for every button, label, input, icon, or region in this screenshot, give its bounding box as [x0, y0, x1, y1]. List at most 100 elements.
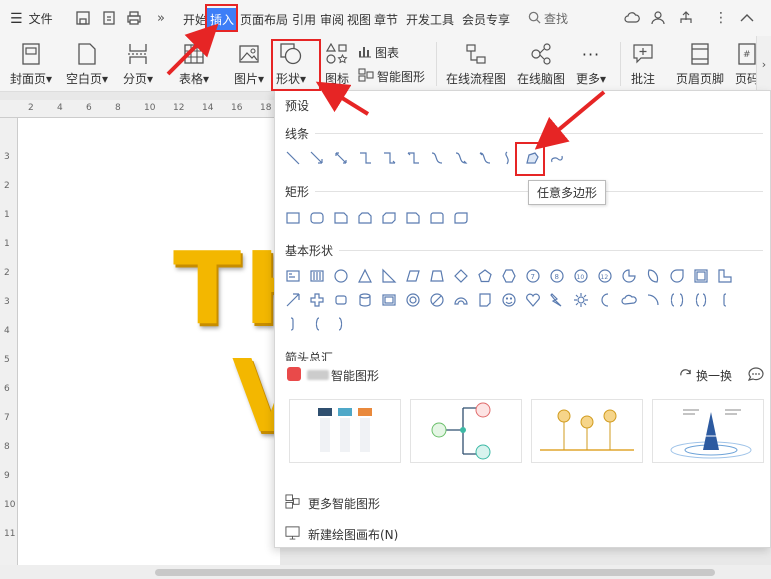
line-shape-12-icon[interactable]	[545, 147, 569, 169]
basic-shape-c-2-icon[interactable]	[305, 313, 329, 335]
new-drawing-canvas-link[interactable]: 新建绘图画布(N)	[285, 525, 398, 543]
basic-shape-b-2-icon[interactable]	[305, 289, 329, 311]
basic-shape-a-15-icon[interactable]	[617, 265, 641, 287]
rect-shape-8-icon[interactable]	[449, 207, 473, 229]
tab-references[interactable]: 引用	[290, 11, 318, 28]
basic-shape-a-5-icon[interactable]	[377, 265, 401, 287]
basic-shape-a-1-icon[interactable]	[281, 265, 305, 287]
basic-shape-a-9-icon[interactable]	[473, 265, 497, 287]
basic-shape-b-3-icon[interactable]	[329, 289, 353, 311]
smart-shape-template-2[interactable]	[410, 399, 522, 463]
rect-shape-5-icon[interactable]	[377, 207, 401, 229]
basic-shape-a-8-icon[interactable]	[449, 265, 473, 287]
scrollbar-thumb[interactable]	[155, 569, 715, 576]
basic-shape-a-4-icon[interactable]	[353, 265, 377, 287]
online-mindmap-button[interactable]: 在线脑图	[517, 42, 565, 87]
page-break-button[interactable]: 分页▾	[123, 42, 153, 87]
rect-shape-4-icon[interactable]	[353, 207, 377, 229]
line-shape-6-icon[interactable]	[401, 147, 425, 169]
wordart-line-1[interactable]: TH	[173, 230, 280, 347]
line-shape-5-icon[interactable]	[377, 147, 401, 169]
more-button[interactable]: ··· 更多▾	[576, 42, 606, 87]
line-shape-4-icon[interactable]	[353, 147, 377, 169]
search-box[interactable]: 查找	[528, 10, 568, 27]
print-icon[interactable]	[125, 9, 143, 27]
basic-shape-a-14-icon[interactable]: 12	[593, 265, 617, 287]
basic-shape-b-8-icon[interactable]	[449, 289, 473, 311]
smart-shape-button[interactable]: 智能图形	[358, 68, 425, 85]
basic-shape-b-18-icon[interactable]	[689, 289, 713, 311]
rect-shape-3-icon[interactable]	[329, 207, 353, 229]
basic-shape-b-16-icon[interactable]	[641, 289, 665, 311]
basic-shape-a-6-icon[interactable]	[401, 265, 425, 287]
line-shape-8-icon[interactable]	[449, 147, 473, 169]
smart-shape-template-4[interactable]	[652, 399, 764, 463]
line-shape-9-icon[interactable]	[473, 147, 497, 169]
basic-shape-b-15-icon[interactable]	[617, 289, 641, 311]
line-shape-1-icon[interactable]	[281, 147, 305, 169]
upload-icon[interactable]	[677, 9, 695, 27]
basic-shape-a-10-icon[interactable]	[497, 265, 521, 287]
online-flowchart-button[interactable]: 在线流程图	[446, 42, 506, 87]
smart-shape-template-3[interactable]	[531, 399, 643, 463]
basic-shape-b-4-icon[interactable]	[353, 289, 377, 311]
basic-shape-a-7-icon[interactable]	[425, 265, 449, 287]
more-chevron-icon[interactable]: »	[152, 9, 170, 27]
file-menu[interactable]: ☰ 文件	[10, 10, 53, 27]
horizontal-scrollbar[interactable]	[0, 565, 771, 579]
basic-shape-b-7-icon[interactable]	[425, 289, 449, 311]
icon-button[interactable]: 图标	[324, 42, 350, 87]
basic-shape-a-2-icon[interactable]	[305, 265, 329, 287]
export-icon[interactable]	[100, 9, 118, 27]
ribbon-scroll-right-button[interactable]: ›	[756, 36, 771, 92]
feedback-icon[interactable]	[747, 367, 764, 385]
basic-shape-b-11-icon[interactable]	[521, 289, 545, 311]
tab-view[interactable]: 视图	[345, 11, 373, 28]
basic-shape-a-13-icon[interactable]: 10	[569, 265, 593, 287]
table-button[interactable]: 表格▾	[179, 42, 209, 87]
blank-page-button[interactable]: 空白页▾	[66, 42, 108, 87]
header-footer-button[interactable]: 页眉页脚	[676, 42, 724, 87]
rect-shape-2-icon[interactable]	[305, 207, 329, 229]
basic-shape-b-1-icon[interactable]	[281, 289, 305, 311]
cover-page-button[interactable]: 封面页▾	[10, 42, 52, 87]
basic-shape-b-13-icon[interactable]	[569, 289, 593, 311]
picture-button[interactable]: 图片▾	[234, 42, 264, 87]
basic-shape-b-17-icon[interactable]	[665, 289, 689, 311]
basic-shape-b-19-icon[interactable]	[713, 289, 737, 311]
refresh-button[interactable]: 换一换	[679, 367, 732, 384]
more-smart-shapes-link[interactable]: 更多智能图形	[285, 494, 380, 512]
rect-shape-6-icon[interactable]	[401, 207, 425, 229]
basic-shape-c-3-icon[interactable]	[329, 313, 353, 335]
cloud-sync-icon[interactable]	[623, 9, 641, 27]
save-icon[interactable]	[74, 9, 92, 27]
tab-member[interactable]: 会员专享	[460, 11, 512, 28]
chart-button[interactable]: 图表	[358, 44, 399, 61]
line-shape-3-icon[interactable]	[329, 147, 353, 169]
document-page[interactable]: TH V	[18, 118, 280, 565]
basic-shape-a-3-icon[interactable]	[329, 265, 353, 287]
basic-shape-a-18-icon[interactable]	[689, 265, 713, 287]
rect-shape-1-icon[interactable]	[281, 207, 305, 229]
tab-page-layout[interactable]: 页面布局	[238, 11, 290, 28]
basic-shape-b-12-icon[interactable]	[545, 289, 569, 311]
basic-shape-a-17-icon[interactable]	[665, 265, 689, 287]
tab-review[interactable]: 审阅	[318, 11, 346, 28]
basic-shape-b-6-icon[interactable]	[401, 289, 425, 311]
comment-button[interactable]: 批注	[630, 42, 656, 87]
rect-shape-7-icon[interactable]	[425, 207, 449, 229]
basic-shape-b-5-icon[interactable]	[377, 289, 401, 311]
collapse-ribbon-icon[interactable]	[738, 9, 756, 27]
basic-shape-b-9-icon[interactable]	[473, 289, 497, 311]
wordart-line-2[interactable]: V	[232, 338, 280, 455]
tab-sections[interactable]: 章节	[372, 11, 400, 28]
basic-shape-a-19-icon[interactable]	[713, 265, 737, 287]
basic-shape-a-16-icon[interactable]	[641, 265, 665, 287]
basic-shape-a-11-icon[interactable]: 7	[521, 265, 545, 287]
basic-shape-a-12-icon[interactable]: 8	[545, 265, 569, 287]
tab-developer[interactable]: 开发工具	[404, 11, 456, 28]
smart-shape-template-1[interactable]	[289, 399, 401, 463]
basic-shape-c-1-icon[interactable]	[281, 313, 305, 335]
line-shape-2-icon[interactable]	[305, 147, 329, 169]
line-shape-7-icon[interactable]	[425, 147, 449, 169]
